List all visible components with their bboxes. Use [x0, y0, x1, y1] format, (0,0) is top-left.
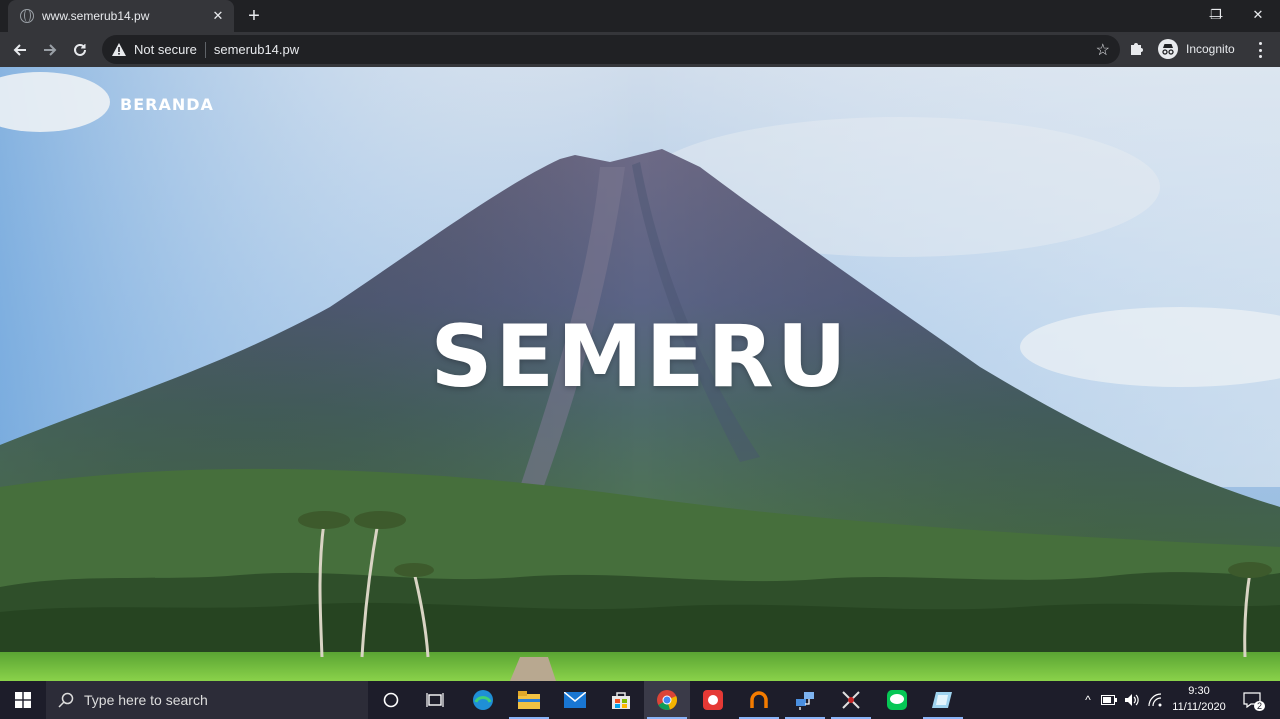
cortana-button[interactable] — [368, 681, 414, 719]
blue-app[interactable] — [920, 681, 966, 719]
red-app[interactable] — [690, 681, 736, 719]
taskbar-clock[interactable]: 9:30 11/11/2020 — [1166, 683, 1232, 715]
taskbar-search[interactable]: Type here to search — [46, 681, 368, 719]
address-bar[interactable]: Not secure semerub14.pw ☆ — [102, 35, 1120, 64]
windows-taskbar: Type here to search ^ 9:30 11/11/2020 2 — [0, 681, 1280, 719]
edge-app[interactable] — [460, 681, 506, 719]
new-tab-button[interactable]: + — [242, 4, 266, 28]
network-app[interactable] — [782, 681, 828, 719]
browser-tabstrip: www.semerub14.pw ✕ + — ❐ ✕ — [0, 0, 1280, 32]
network-computers-icon — [796, 692, 814, 710]
mail-app[interactable] — [552, 681, 598, 719]
chrome-app[interactable] — [644, 681, 690, 719]
close-tab-icon[interactable]: ✕ — [210, 8, 226, 24]
line-app[interactable] — [874, 681, 920, 719]
notification-center-button[interactable]: 2 — [1240, 681, 1266, 719]
store-bag-icon — [612, 692, 630, 709]
beranda-nav-link[interactable]: BERANDA — [120, 95, 214, 114]
edge-icon — [473, 690, 493, 710]
browser-menu-button[interactable] — [1252, 41, 1268, 59]
warning-icon[interactable] — [112, 43, 126, 56]
window-close-button[interactable]: ✕ — [1236, 0, 1280, 30]
blue-app-icon — [932, 692, 952, 708]
folder-icon — [518, 691, 540, 709]
reload-button[interactable] — [66, 36, 94, 64]
mail-icon — [564, 692, 586, 708]
url-text[interactable]: semerub14.pw — [214, 42, 299, 57]
clock-time: 9:30 — [1188, 685, 1210, 697]
file-explorer-app[interactable] — [506, 681, 552, 719]
line-icon — [887, 690, 907, 710]
windows-logo-icon — [15, 692, 31, 708]
wifi-icon[interactable] — [1144, 693, 1166, 707]
incognito-profile-button[interactable]: Incognito — [1156, 36, 1245, 62]
incognito-icon — [1158, 39, 1178, 59]
web-page: BERANDA SEMERU — [0, 67, 1280, 681]
globe-icon — [20, 9, 34, 23]
red-app-icon — [703, 690, 723, 710]
maximize-button[interactable]: ❐ — [1194, 0, 1238, 30]
orange-app-icon — [750, 691, 768, 708]
browser-toolbar: Not secure semerub14.pw ☆ Incognito — [0, 32, 1280, 67]
x-app-icon — [842, 691, 860, 709]
x-app[interactable] — [828, 681, 874, 719]
cortana-circle-icon — [383, 692, 399, 708]
back-button[interactable] — [6, 36, 34, 64]
battery-icon[interactable] — [1098, 695, 1120, 705]
divider — [204, 41, 206, 58]
notification-count-badge: 2 — [1254, 701, 1266, 711]
start-button[interactable] — [0, 681, 46, 719]
extensions-puzzle-icon[interactable] — [1128, 39, 1148, 59]
minimize-button-2 — [1150, 0, 1194, 30]
arrow-right-icon — [44, 44, 57, 56]
clock-date: 11/11/2020 — [1172, 701, 1226, 713]
chrome-icon — [657, 690, 678, 710]
forward-button[interactable] — [36, 36, 64, 64]
system-tray: ^ — [1078, 681, 1166, 719]
volume-icon[interactable] — [1120, 693, 1144, 707]
reload-icon — [74, 43, 86, 56]
store-app[interactable] — [598, 681, 644, 719]
task-view-button[interactable] — [412, 681, 458, 719]
search-icon — [58, 692, 74, 708]
profile-label: Incognito — [1186, 42, 1235, 56]
search-placeholder[interactable]: Type here to search — [84, 692, 208, 708]
tab-title: www.semerub14.pw — [42, 9, 150, 23]
bookmark-star-icon[interactable]: ☆ — [1096, 40, 1110, 60]
security-label[interactable]: Not secure — [134, 42, 197, 57]
arrow-left-icon — [13, 44, 26, 56]
orange-app[interactable] — [736, 681, 782, 719]
browser-tab[interactable]: www.semerub14.pw ✕ — [8, 0, 234, 32]
chevron-up-icon[interactable]: ^ — [1078, 693, 1098, 707]
task-view-icon — [426, 693, 444, 707]
hero-title: SEMERU — [430, 307, 850, 407]
